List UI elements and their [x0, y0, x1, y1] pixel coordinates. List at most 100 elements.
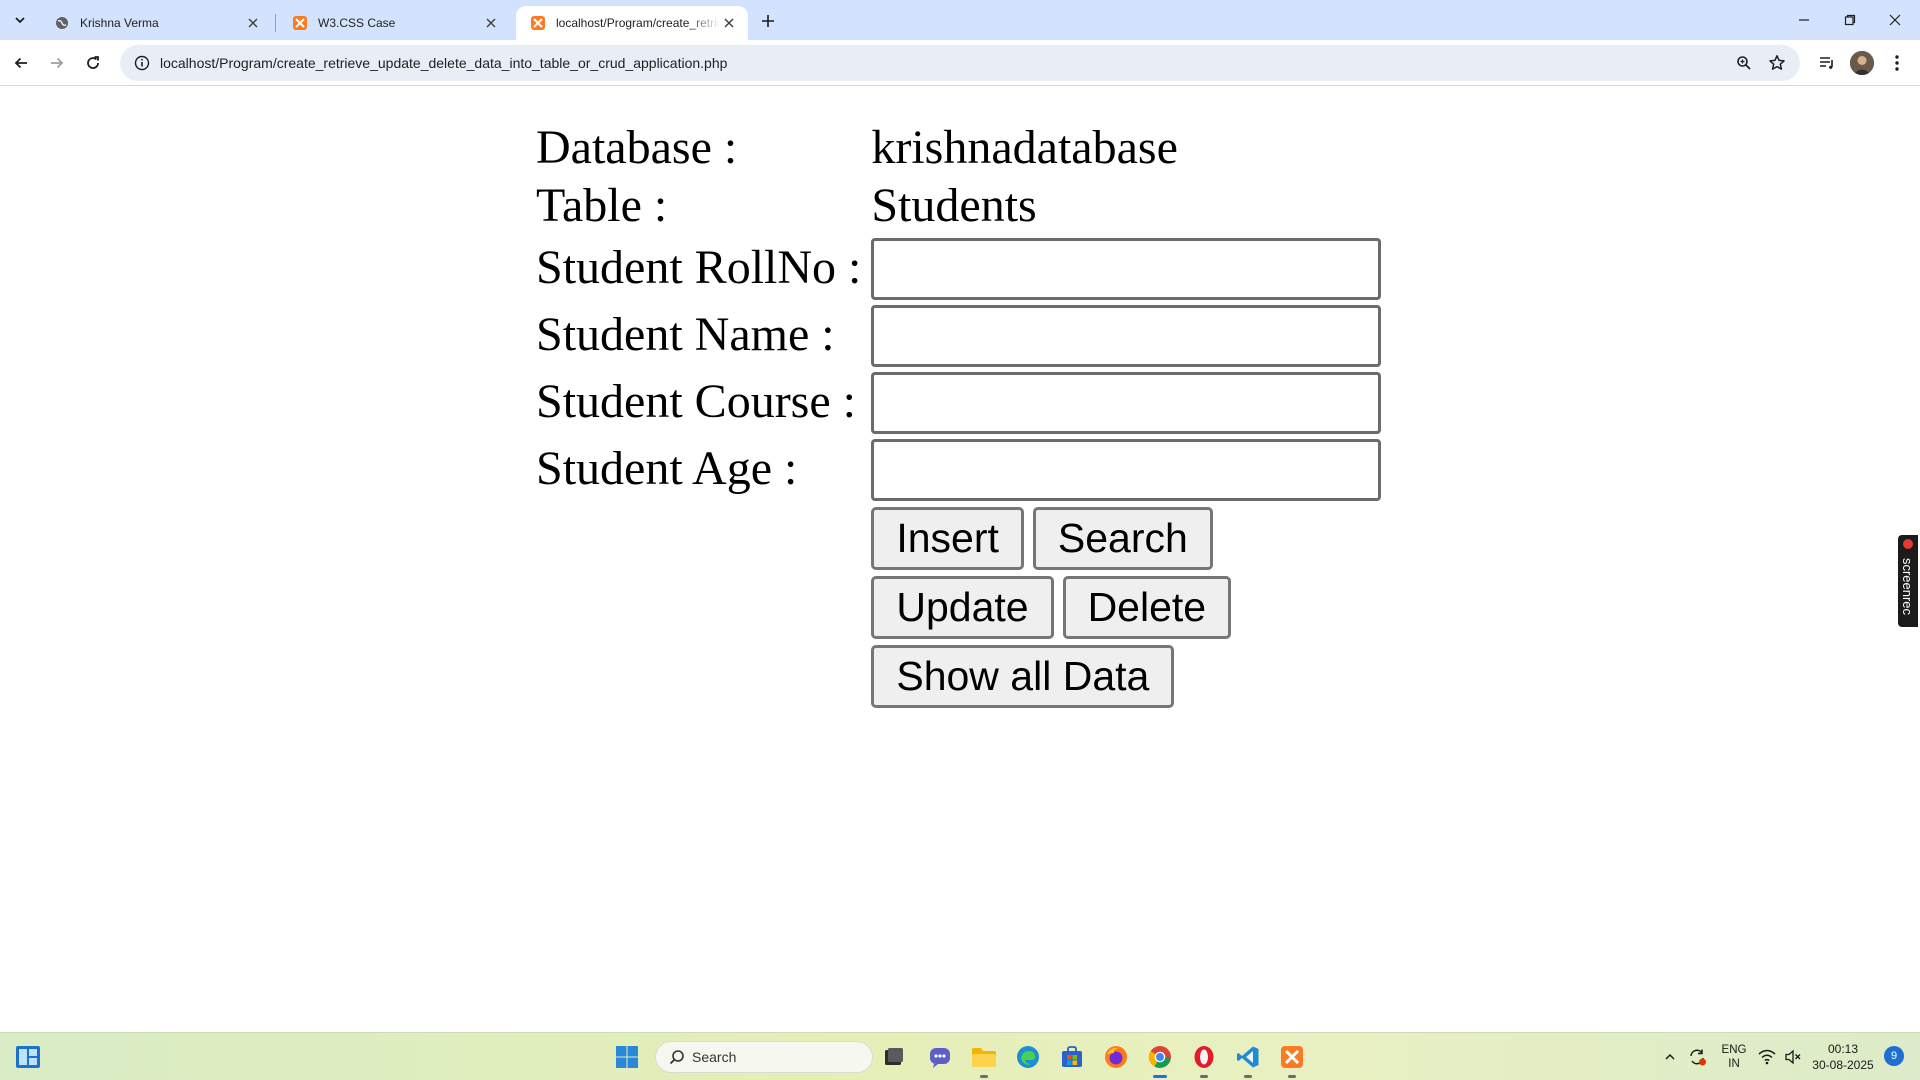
widgets-button[interactable]	[13, 1042, 43, 1072]
address-bar[interactable]: localhost/Program/create_retrieve_update…	[120, 45, 1800, 81]
name-input[interactable]	[871, 304, 1382, 367]
search-button[interactable]: Search	[1032, 506, 1213, 570]
table-value: Students	[871, 178, 1037, 232]
info-icon[interactable]	[124, 45, 160, 81]
button-row-1: Insert Search	[536, 506, 1381, 570]
browser-toolbar: localhost/Program/create_retrieve_update…	[0, 40, 1920, 86]
tab-strip: Krishna Verma W3.CSS Case localhost/Prog…	[0, 0, 1920, 40]
opera-button[interactable]	[1189, 1042, 1219, 1078]
tab-w3css-case[interactable]: W3.CSS Case	[278, 6, 510, 40]
back-button[interactable]	[8, 50, 34, 76]
taskbar-search-placeholder: Search	[692, 1049, 737, 1065]
forward-button[interactable]	[44, 50, 70, 76]
table-label: Table :	[536, 178, 668, 232]
clock[interactable]: 00:13 30-08-2025	[1810, 1033, 1876, 1080]
tab-separator	[275, 14, 276, 32]
empty-cell	[536, 644, 869, 708]
close-window-button[interactable]	[1883, 8, 1907, 32]
empty-cell	[536, 575, 869, 639]
tab-crud-application[interactable]: localhost/Program/create_retrie	[516, 6, 748, 40]
course-row: Student Course :	[536, 371, 1382, 434]
screenrec-widget[interactable]: screenrec	[1898, 535, 1918, 627]
tab-title: Krishna Verma	[80, 16, 159, 30]
close-icon[interactable]	[244, 14, 262, 32]
playlist-icon	[1820, 57, 1833, 69]
profile-avatar[interactable]	[1850, 51, 1874, 75]
xampp-icon	[530, 15, 546, 31]
minimize-button[interactable]	[1792, 8, 1816, 32]
empty-cell	[536, 506, 869, 570]
course-input[interactable]	[871, 371, 1382, 434]
wifi-button[interactable]	[1754, 1033, 1780, 1080]
sync-icon	[1690, 1049, 1706, 1066]
show-hidden-icons-button[interactable]	[1658, 1033, 1682, 1080]
vscode-icon	[1237, 1046, 1259, 1068]
close-icon[interactable]	[482, 14, 500, 32]
update-button[interactable]: Update	[871, 575, 1054, 639]
region-code: IN	[1728, 1058, 1740, 1070]
store-icon	[1062, 1046, 1082, 1067]
browser-menu-button[interactable]	[1885, 51, 1909, 75]
database-label: Database :	[536, 121, 738, 174]
start-button[interactable]	[612, 1042, 642, 1072]
crud-form: Database : krishnadatabase Table : Stude…	[534, 117, 1383, 713]
tab-title: localhost/Program/create_retrie	[556, 16, 720, 30]
plus-icon	[762, 15, 774, 27]
delete-button[interactable]: Delete	[1062, 575, 1232, 639]
new-tab-button[interactable]	[756, 9, 780, 33]
speaker-muted-icon	[1785, 1049, 1801, 1065]
clock-date: 30-08-2025	[1812, 1058, 1874, 1072]
clock-time: 00:13	[1827, 1042, 1859, 1056]
task-view-button[interactable]	[879, 1042, 909, 1072]
close-icon	[1889, 14, 1901, 26]
close-icon[interactable]	[720, 14, 738, 32]
zoom-icon[interactable]	[1732, 51, 1756, 75]
chat-app-button[interactable]	[925, 1042, 955, 1072]
kebab-menu-icon	[1895, 55, 1899, 71]
age-row: Student Age :	[536, 438, 1382, 501]
reload-button[interactable]	[80, 50, 106, 76]
age-label: Student Age :	[536, 442, 798, 496]
age-input[interactable]	[871, 438, 1382, 501]
chevron-up-icon	[1665, 1053, 1675, 1060]
edge-icon	[1017, 1046, 1039, 1068]
windows-taskbar: Search ENG IN 00:13 30-08-2025 9	[0, 1032, 1920, 1080]
bookmark-star-icon[interactable]	[1765, 51, 1789, 75]
chrome-button[interactable]	[1145, 1042, 1175, 1078]
page-content: Database : krishnadatabase Table : Stude…	[0, 87, 1920, 1032]
tab-search-button[interactable]	[8, 8, 32, 32]
globe-icon	[54, 15, 70, 31]
rollno-row: Student RollNo :	[536, 237, 1382, 300]
store-button[interactable]	[1057, 1042, 1087, 1072]
windows-logo-icon	[616, 1046, 638, 1068]
volume-button[interactable]	[1780, 1033, 1806, 1080]
avatar-icon	[1850, 51, 1874, 75]
file-explorer-button[interactable]	[969, 1042, 999, 1078]
firefox-button[interactable]	[1101, 1042, 1131, 1072]
rollno-input[interactable]	[871, 237, 1382, 300]
restore-button[interactable]	[1838, 8, 1862, 32]
taskbar-search[interactable]: Search	[655, 1041, 873, 1073]
folder-icon	[972, 1048, 996, 1067]
language-indicator[interactable]: ENG IN	[1714, 1033, 1754, 1080]
xampp-icon	[292, 15, 308, 31]
firefox-icon	[1105, 1046, 1127, 1068]
vscode-button[interactable]	[1233, 1042, 1263, 1078]
xampp-icon	[1281, 1046, 1303, 1068]
notification-badge[interactable]: 9	[1884, 1046, 1904, 1066]
record-icon	[1903, 539, 1913, 549]
task-view-icon	[885, 1048, 903, 1065]
minimize-icon	[1799, 19, 1809, 21]
insert-button[interactable]: Insert	[871, 506, 1024, 570]
chrome-icon	[1148, 1046, 1171, 1068]
name-label: Student Name :	[536, 308, 835, 362]
edge-browser-button[interactable]	[1013, 1042, 1043, 1072]
chevron-down-icon	[15, 17, 25, 24]
show-all-data-button[interactable]: Show all Data	[871, 644, 1175, 708]
sync-tray-button[interactable]	[1682, 1033, 1712, 1080]
tab-krishna-verma[interactable]: Krishna Verma	[40, 6, 272, 40]
media-controls-button[interactable]	[1815, 51, 1839, 75]
url-text: localhost/Program/create_retrieve_update…	[160, 55, 728, 71]
xampp-control-button[interactable]	[1277, 1042, 1307, 1078]
screenrec-label: screenrec	[1900, 557, 1916, 615]
